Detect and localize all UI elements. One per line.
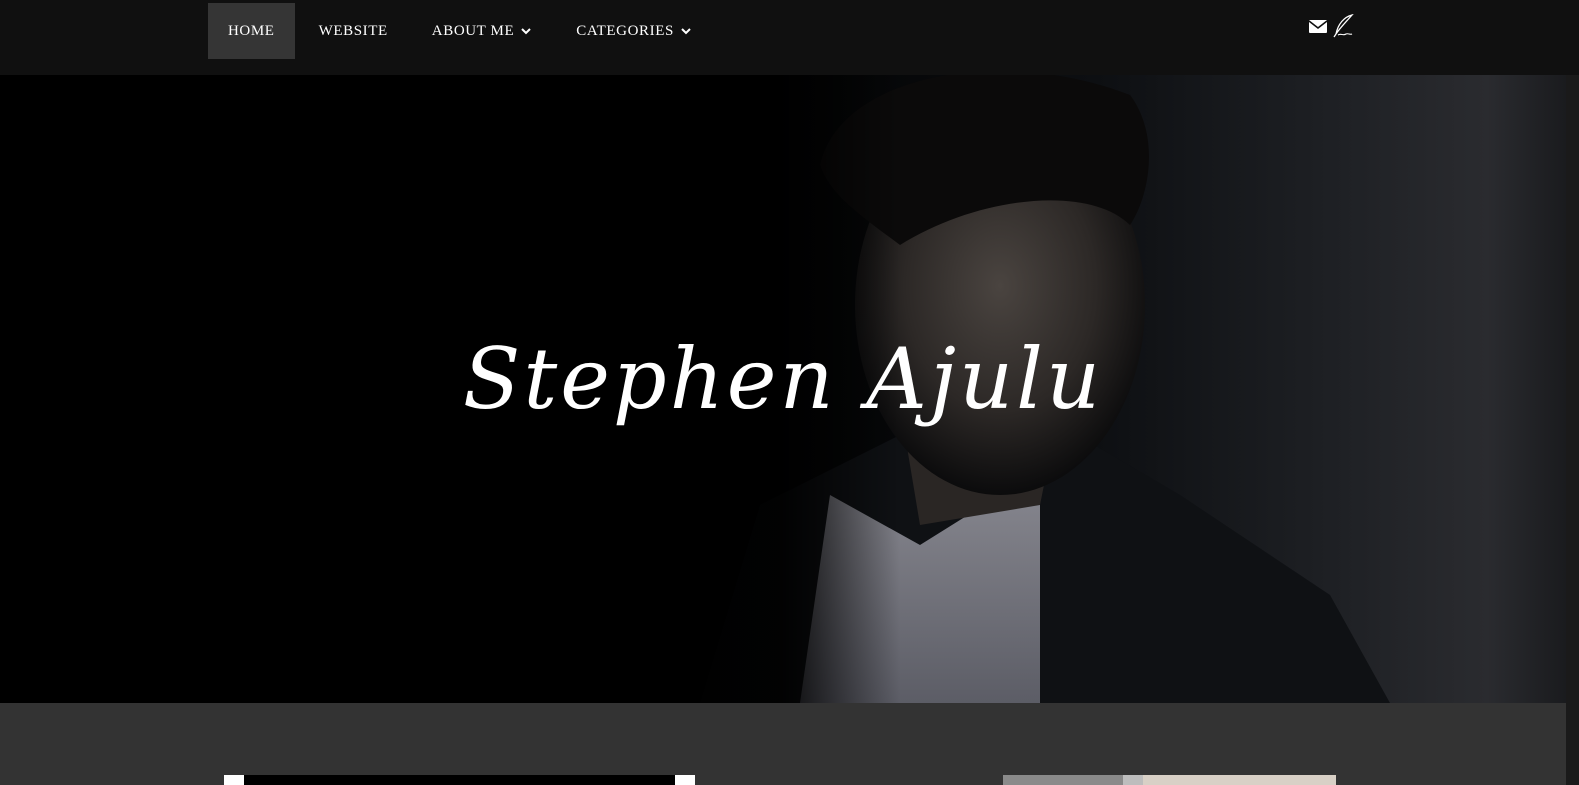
hero-signature-title: Stephen Ajulu bbox=[462, 330, 1104, 428]
nav-item-label: CATEGORIES bbox=[576, 22, 674, 39]
nav-menu: HOME WEBSITE ABOUT ME CATEGORIES bbox=[208, 3, 712, 59]
nav-item-label: WEBSITE bbox=[318, 22, 388, 39]
nav-item-categories[interactable]: CATEGORIES bbox=[556, 3, 712, 59]
nav-item-label: ABOUT ME bbox=[431, 22, 515, 39]
card-image-top bbox=[244, 775, 675, 785]
nav-icons bbox=[1308, 14, 1354, 38]
nav-item-home[interactable]: HOME bbox=[208, 3, 295, 59]
nav-item-label: HOME bbox=[228, 22, 275, 39]
chevron-down-icon bbox=[681, 28, 691, 35]
chevron-down-icon bbox=[521, 28, 531, 35]
nav-item-about-me[interactable]: ABOUT ME bbox=[412, 3, 552, 59]
envelope-icon[interactable] bbox=[1308, 17, 1328, 35]
quill-pen-icon[interactable] bbox=[1332, 14, 1354, 38]
scrollbar[interactable] bbox=[1566, 75, 1579, 785]
post-card-right[interactable] bbox=[1003, 775, 1336, 785]
nav-item-website[interactable]: WEBSITE bbox=[299, 3, 408, 59]
post-card-left[interactable] bbox=[224, 775, 695, 785]
top-navbar: HOME WEBSITE ABOUT ME CATEGORIES bbox=[0, 0, 1579, 75]
hero-banner: Stephen Ajulu bbox=[0, 75, 1566, 703]
card-image-top bbox=[1003, 775, 1336, 785]
